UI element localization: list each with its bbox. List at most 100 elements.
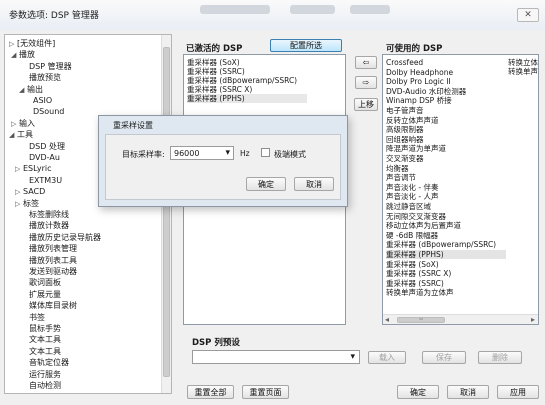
close-button[interactable]: ✕ <box>517 8 539 22</box>
scroll-right-icon[interactable]: ▸ <box>531 315 535 324</box>
tree-item[interactable]: DSD 处理 <box>21 141 65 152</box>
tree-expander-icon[interactable]: ▷ <box>15 199 23 210</box>
apply-button[interactable]: 应用 <box>497 385 539 399</box>
tree-item[interactable]: ▷ 标签 <box>15 198 39 209</box>
tree-item[interactable]: ◢ 播放 <box>11 49 35 60</box>
active-dsp-item[interactable]: 重采样器 (SSRC) <box>187 67 245 76</box>
scroll-left-icon[interactable]: ◂ <box>385 315 389 324</box>
tree-scrollbar[interactable] <box>161 35 171 393</box>
tree-expander-icon[interactable]: ▷ <box>15 164 23 175</box>
tree-item[interactable]: 媒体库目录树 <box>21 300 77 311</box>
presets-label: DSP 列预设 <box>192 338 240 348</box>
ok-button[interactable]: 确定 <box>397 385 439 399</box>
available-dsp-item[interactable]: 反转立体声声道 <box>386 116 439 125</box>
move-right-button[interactable]: ⇨ <box>355 76 377 89</box>
target-rate-dropdown[interactable]: 96000 ▾ <box>170 146 234 160</box>
tree-item[interactable]: 标签删除线 <box>21 209 69 220</box>
available-dsp-item[interactable]: 重采样器 (dBpoweramp/SSRC) <box>386 240 496 249</box>
tree-item[interactable]: 歌词面板 <box>21 277 61 288</box>
tree-item[interactable]: ◢ 输出 <box>19 84 43 95</box>
tree-expander-icon[interactable]: ▷ <box>11 119 19 130</box>
available-dsp-item[interactable]: Crossfeed <box>386 58 423 67</box>
available-dsp-list[interactable]: Crossfeed Dolby Headphone Dolby Pro Logic … <box>382 54 539 325</box>
tree-item-label: SACD <box>23 187 46 197</box>
available-dsp-item[interactable]: 高级限制器 <box>386 125 424 134</box>
tree-item[interactable]: ▷ SACD <box>15 186 45 197</box>
dialog-ok-button[interactable]: 确定 <box>246 177 286 191</box>
tree-item[interactable]: DSP 管理器 <box>21 61 72 72</box>
available-dsp-item[interactable]: 均衡器 <box>386 164 409 173</box>
hscroll-thumb[interactable]: ┅ <box>397 317 445 323</box>
arrow-left-icon: ⇦ <box>362 58 370 67</box>
available-dsp-item[interactable]: Dolby Pro Logic II <box>386 77 451 86</box>
active-dsp-item[interactable]: 重采样器 (PPHS) <box>187 94 307 103</box>
tree-expander-icon[interactable]: ◢ <box>11 50 19 61</box>
available-dsp-item[interactable]: 声音淡化 - 伴奏 <box>386 183 438 192</box>
tree-scrollbar-thumb[interactable] <box>163 47 170 377</box>
available-dsp-item[interactable]: DVD-Audio 水印检测器 <box>386 87 466 96</box>
active-dsp-item[interactable]: 重采样器 (SSRC X) <box>187 85 252 94</box>
tree-item[interactable]: ▷ ESLyric <box>15 163 52 174</box>
tree-item[interactable]: ▷ [无效组件] <box>9 38 55 49</box>
tree-item[interactable]: DVD-Au <box>21 152 60 163</box>
available-dsp-item[interactable]: 无间隙交叉渐变器 <box>386 212 446 221</box>
tree-item[interactable]: ◢ 工具 <box>9 129 33 140</box>
ultra-mode-checkbox[interactable] <box>261 148 270 157</box>
cancel-button[interactable]: 取消 <box>447 385 489 399</box>
available-dsp-item[interactable]: 重采样器 (SSRC) <box>386 279 444 288</box>
available-dsp-item[interactable]: 重采样器 (SoX) <box>386 260 439 269</box>
configure-selected-button[interactable]: 配置所选 <box>270 39 342 52</box>
available-dsp-item[interactable]: Winamp DSP 桥接 <box>386 96 452 105</box>
available-dsp-item[interactable]: 声音调节 <box>386 173 416 182</box>
preferences-tree[interactable]: ▷ [无效组件] ◢ 播放 DSP 管理器 播放预览 ◢ 输出 ASIO DSound ▷ 输入 ◢ 工具… <box>4 34 172 394</box>
save-preset-button[interactable]: 保存 <box>422 351 466 364</box>
available-dsp-hscrollbar[interactable]: ◂ ┅ ▸ <box>383 314 538 324</box>
available-dsp-item[interactable]: 回组器响器 <box>386 135 424 144</box>
tree-item[interactable]: ▷ 输入 <box>11 118 35 129</box>
window-title: 参数选项: DSP 管理器 <box>9 11 99 21</box>
tree-item[interactable]: 播放列表管理 <box>21 243 77 254</box>
available-dsp-item[interactable]: 硬 -6dB 限幅器 <box>386 231 438 240</box>
tree-item[interactable]: 播放列表工具 <box>21 255 77 266</box>
tree-item[interactable]: 自动检测 <box>21 380 61 391</box>
tree-item[interactable]: ASIO <box>25 95 52 106</box>
tree-item[interactable]: 播放预览 <box>21 72 61 83</box>
available-dsp-item[interactable]: 声音淡化 - 人声 <box>386 192 438 201</box>
tree-item[interactable]: 播放历史记录导航器 <box>21 232 101 243</box>
tree-item[interactable]: 发送到驱动器 <box>21 266 77 277</box>
tree-item[interactable]: 书签 <box>21 312 45 323</box>
tree-item[interactable]: 音轨定位器 <box>21 357 69 368</box>
available-dsp-item[interactable]: 重采样器 (SSRC X) <box>386 269 451 278</box>
tree-expander-icon[interactable]: ▷ <box>9 39 17 50</box>
tree-expander-icon[interactable]: ◢ <box>9 130 17 141</box>
available-dsp-item[interactable]: 跳过静音区域 <box>386 202 431 211</box>
available-dsp-item[interactable]: 电子管声音 <box>386 106 424 115</box>
move-up-button[interactable]: 上移 <box>354 98 378 111</box>
tree-item[interactable]: 鼠标手势 <box>21 323 61 334</box>
available-dsp-item[interactable]: 降混声道为单声道 <box>386 144 446 153</box>
active-dsp-item[interactable]: 重采样器 (dBpoweramp/SSRC) <box>187 76 297 85</box>
move-left-button[interactable]: ⇦ <box>355 56 377 69</box>
available-dsp-item[interactable]: Dolby Headphone <box>386 68 453 77</box>
dialog-cancel-button[interactable]: 取消 <box>294 177 334 191</box>
reset-page-button[interactable]: 重置页面 <box>242 385 289 399</box>
tree-item[interactable]: 扩展元量 <box>21 289 61 300</box>
tree-item[interactable]: DSound <box>25 106 64 117</box>
tree-item[interactable]: 运行服务 <box>21 369 61 380</box>
available-dsp-item[interactable]: 重采样器 (PPHS) <box>386 250 506 259</box>
load-preset-button[interactable]: 载入 <box>368 351 406 364</box>
active-dsp-item[interactable]: 重采样器 (SoX) <box>187 58 240 67</box>
tree-item[interactable]: EXTM3U <box>21 175 62 186</box>
tree-item-label: 输出 <box>27 84 43 94</box>
available-dsp-item[interactable]: 移动立体声为后置声道 <box>386 221 461 230</box>
available-dsp-item[interactable]: 转换单声道为立体声 <box>386 288 454 297</box>
presets-dropdown[interactable]: ▾ <box>192 350 360 364</box>
tree-item[interactable]: 播放计数器 <box>21 220 69 231</box>
delete-preset-button[interactable]: 删除 <box>478 351 522 364</box>
tree-expander-icon[interactable]: ▷ <box>15 187 23 198</box>
reset-all-button[interactable]: 重置全部 <box>187 385 234 399</box>
tree-item[interactable]: 文本工具 <box>21 334 61 345</box>
tree-expander-icon[interactable]: ◢ <box>19 85 27 96</box>
tree-item[interactable]: 文本工具 <box>21 346 61 357</box>
available-dsp-item[interactable]: 交叉渐变器 <box>386 154 424 163</box>
